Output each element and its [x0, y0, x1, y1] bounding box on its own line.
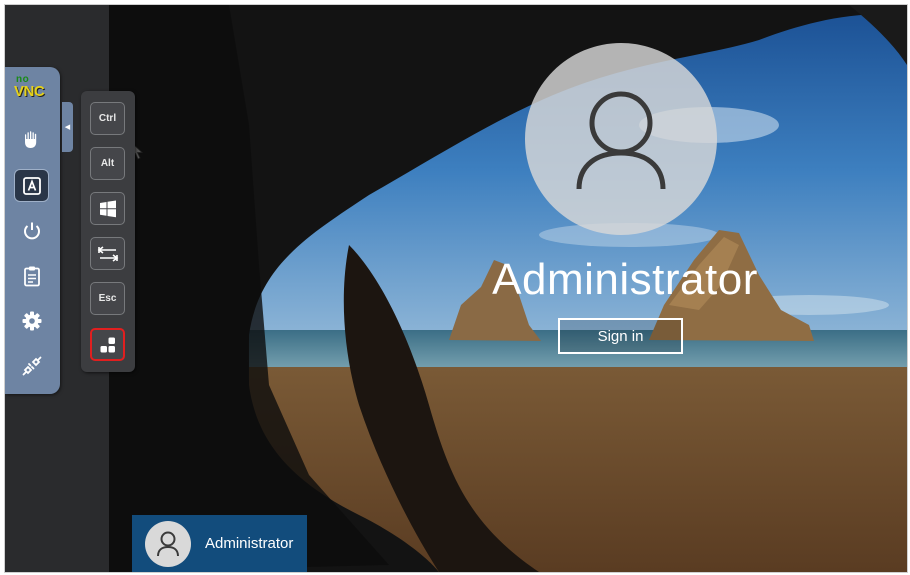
- tab-key-button[interactable]: [90, 237, 125, 270]
- power-button[interactable]: [14, 214, 49, 247]
- ctrl-alt-del-button[interactable]: [90, 328, 125, 361]
- disconnect-icon: [22, 356, 41, 375]
- settings-button[interactable]: [14, 304, 49, 337]
- drag-hand-icon: [24, 130, 36, 148]
- user-switcher-tile[interactable]: Administrator: [132, 515, 307, 572]
- collapse-arrow-icon: ◀: [64, 124, 71, 131]
- power-icon: [23, 222, 40, 239]
- extra-keys-panel: Ctrl Alt Esc: [81, 91, 135, 372]
- user-silhouette-icon: [157, 531, 179, 556]
- esc-key-button[interactable]: Esc: [90, 282, 125, 315]
- user-avatar: [525, 43, 717, 235]
- clipboard-icon: [23, 266, 40, 286]
- login-username: Administrator: [492, 255, 758, 304]
- alt-key-button[interactable]: Alt: [90, 147, 125, 180]
- ctrl-alt-del-icon: [100, 337, 115, 352]
- sign-in-button[interactable]: Sign in: [558, 318, 683, 354]
- keyboard-a-icon: [22, 176, 41, 195]
- user-silhouette-icon: [576, 91, 666, 190]
- clipboard-button[interactable]: [14, 259, 49, 292]
- vnc-viewer: Administrator Sign in Administrator no V…: [4, 4, 908, 573]
- drag-viewport-button[interactable]: [14, 123, 49, 156]
- tab-arrows-icon: [97, 245, 118, 262]
- disconnect-button[interactable]: [14, 349, 49, 382]
- tile-username: Administrator: [205, 535, 294, 552]
- control-bar-handle[interactable]: ◀: [62, 102, 73, 152]
- tile-avatar: [145, 520, 191, 567]
- keyboard-button[interactable]: [14, 169, 49, 202]
- novnc-control-bar: no VNC: [5, 67, 60, 394]
- logo-vnc-text: VNC: [14, 83, 45, 100]
- gear-icon: [22, 311, 41, 330]
- ctrl-key-button[interactable]: Ctrl: [90, 102, 125, 135]
- novnc-logo: no VNC: [14, 75, 50, 101]
- windows-logo-icon: [99, 200, 116, 217]
- windows-key-button[interactable]: [90, 192, 125, 225]
